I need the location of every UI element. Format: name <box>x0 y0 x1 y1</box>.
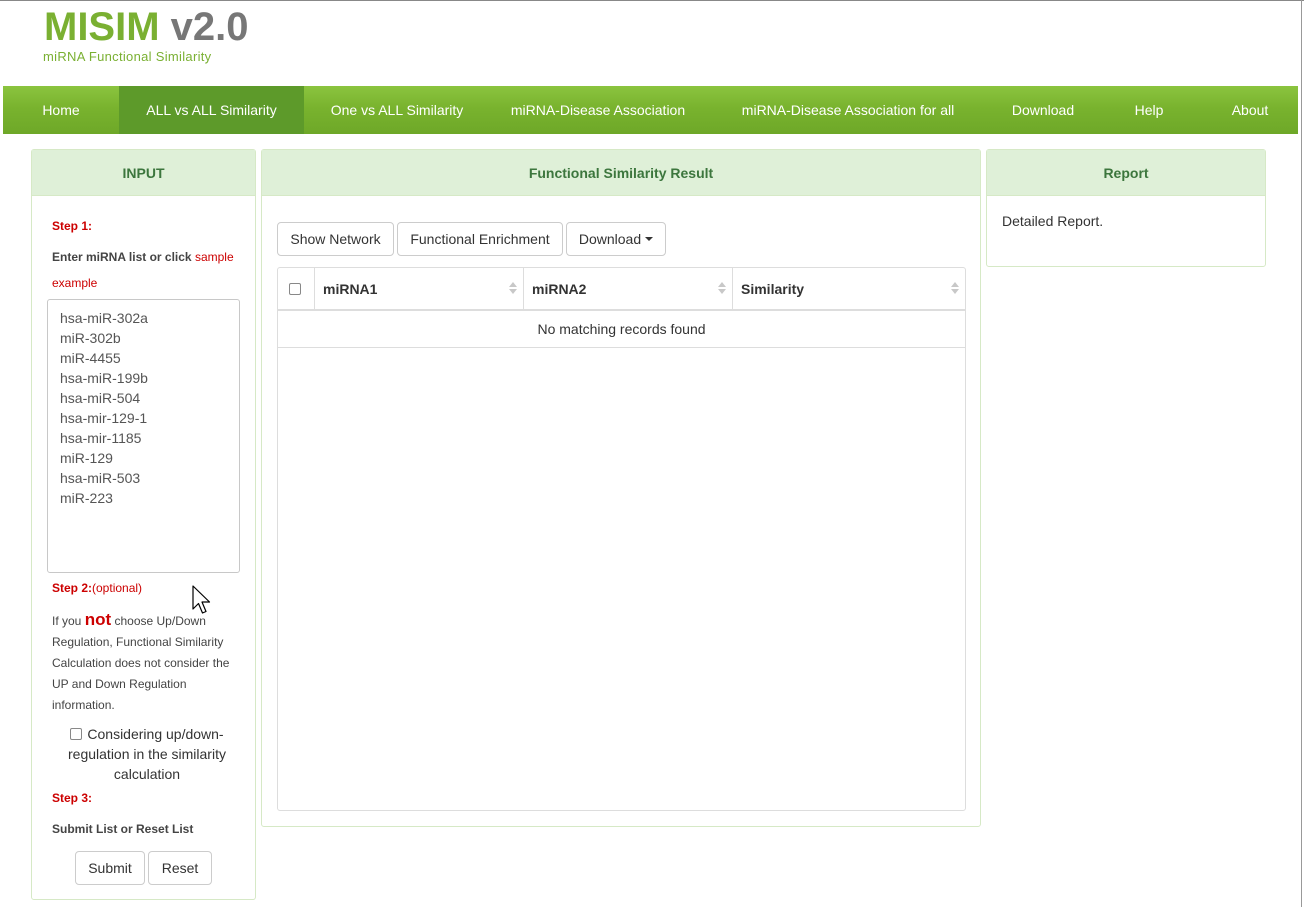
step3-label: Step 3: <box>52 791 93 805</box>
nav-help[interactable]: Help <box>1096 86 1202 134</box>
enter-mirna-instruction: Enter miRNA list or click sample <box>52 250 234 264</box>
mirna-line: hsa-mir-1185 <box>60 430 142 446</box>
show-network-button[interactable]: Show Network <box>277 222 394 256</box>
nav-mirna-disease[interactable]: miRNA-Disease Association <box>490 86 706 134</box>
nav-one-vs-all[interactable]: One vs ALL Similarity <box>304 86 490 134</box>
mirna-line: miR-223 <box>60 490 113 506</box>
column-header-mirna2[interactable]: miRNA2 <box>524 268 733 309</box>
mirna-list-textarea[interactable]: hsa-miR-302a miR-302b miR-4455 hsa-miR-1… <box>47 299 240 573</box>
example-link-row: example <box>52 276 97 290</box>
mirna-line: miR-129 <box>60 450 113 466</box>
result-panel-title: Functional Similarity Result <box>262 150 980 196</box>
note-not: not <box>84 610 112 629</box>
select-all-checkbox[interactable] <box>289 282 301 295</box>
download-dropdown-button[interactable]: Download <box>566 222 666 256</box>
window-right-border <box>1301 0 1302 907</box>
regulation-option: Considering up/down-regulation in the si… <box>52 724 242 784</box>
report-panel: Report Detailed Report. <box>986 149 1266 267</box>
select-all-header <box>278 268 315 309</box>
column-header-mirna1[interactable]: miRNA1 <box>315 268 524 309</box>
input-panel-title: INPUT <box>32 150 255 196</box>
mirna-line: hsa-miR-302a <box>60 310 148 326</box>
logo-version: v2.0 <box>170 5 249 49</box>
step2-label: Step 2:(optional) <box>52 581 142 595</box>
logo-name: MISIM <box>44 5 160 49</box>
regulation-checkbox-label: Considering up/down-regulation in the si… <box>68 726 226 782</box>
reset-button[interactable]: Reset <box>148 851 212 885</box>
empty-table-message: No matching records found <box>278 311 965 348</box>
logo-subtitle: miRNA Functional Similarity <box>43 49 212 64</box>
mirna-line: hsa-mir-129-1 <box>60 410 148 426</box>
column-label: Similarity <box>741 280 805 297</box>
submit-button[interactable]: Submit <box>75 851 145 885</box>
mirna-line: hsa-miR-503 <box>60 470 141 486</box>
sort-icon <box>718 280 726 296</box>
note-suffix: choose Up/Down Regulation, Functional Si… <box>52 614 230 712</box>
enter-text: Enter miRNA list or click <box>52 250 192 264</box>
nav-home[interactable]: Home <box>3 86 119 134</box>
regulation-note: If you not choose Up/Down Regulation, Fu… <box>52 609 242 716</box>
submit-instruction: Submit List or Reset List <box>52 822 194 836</box>
nav-mirna-disease-all[interactable]: miRNA-Disease Association for all <box>706 86 990 134</box>
sample-link[interactable]: sample <box>195 250 234 264</box>
functional-enrichment-button[interactable]: Functional Enrichment <box>397 222 563 256</box>
mirna-line: miR-302b <box>60 330 121 346</box>
result-table: miRNA1 miRNA2 Similarity No matching rec… <box>277 267 966 811</box>
mirna-line: hsa-miR-504 <box>60 390 141 406</box>
mirna-line: hsa-miR-199b <box>60 370 148 386</box>
step2-text: Step 2: <box>52 581 93 595</box>
mouse-cursor-icon <box>192 585 211 614</box>
regulation-checkbox[interactable] <box>70 728 83 740</box>
table-header: miRNA1 miRNA2 Similarity <box>278 268 965 311</box>
result-panel: Functional Similarity Result Show Networ… <box>261 149 981 827</box>
caret-down-icon <box>645 237 654 241</box>
main-navbar: Home ALL vs ALL Similarity One vs ALL Si… <box>3 86 1298 134</box>
nav-about[interactable]: About <box>1202 86 1298 134</box>
nav-download[interactable]: Download <box>990 86 1096 134</box>
input-panel: INPUT Step 1: Enter miRNA list or click … <box>31 149 256 900</box>
report-panel-title: Report <box>987 150 1265 196</box>
step2-optional: (optional) <box>92 581 143 595</box>
mirna-line: miR-4455 <box>60 350 121 366</box>
sort-icon <box>509 280 517 296</box>
download-label: Download <box>578 231 642 247</box>
column-header-similarity[interactable]: Similarity <box>733 268 965 309</box>
sort-icon <box>951 280 959 296</box>
example-link[interactable]: example <box>52 276 97 290</box>
detailed-report-text: Detailed Report. <box>1002 213 1104 229</box>
nav-all-vs-all[interactable]: ALL vs ALL Similarity <box>119 86 304 134</box>
column-label: miRNA2 <box>532 280 587 297</box>
note-prefix: If you <box>52 614 82 628</box>
site-logo[interactable]: MISIM v2.0 miRNA Functional Similarity <box>43 6 249 64</box>
window-top-border <box>0 0 1304 1</box>
logo-title: MISIM v2.0 <box>44 6 249 48</box>
step1-label: Step 1: <box>52 219 93 233</box>
column-label: miRNA1 <box>323 280 378 297</box>
